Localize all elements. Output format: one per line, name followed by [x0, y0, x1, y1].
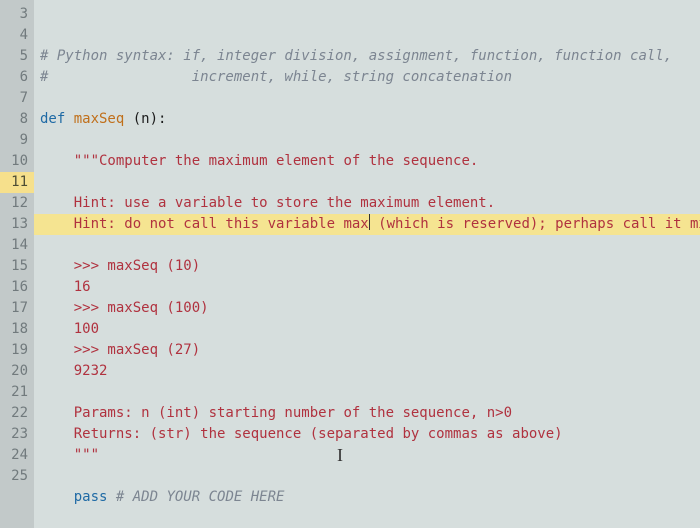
code-editor[interactable]: 345678910111213141516171819202122232425 …	[0, 0, 700, 528]
code-token: >>> maxSeq (27)	[74, 342, 200, 358]
line-number: 8	[0, 109, 28, 130]
code-token: >>> maxSeq (10)	[74, 258, 200, 274]
code-area[interactable]: # Python syntax: if, integer division, a…	[34, 0, 700, 528]
code-line[interactable]: """	[40, 445, 700, 466]
line-number: 13	[0, 214, 28, 235]
code-token	[40, 447, 74, 463]
code-line[interactable]	[40, 130, 700, 151]
line-number: 17	[0, 298, 28, 319]
line-number: 22	[0, 403, 28, 424]
code-token	[107, 489, 115, 505]
code-token: Hint: do not call this variable max	[74, 216, 369, 232]
code-token	[40, 405, 74, 421]
code-line[interactable]: """Computer the maximum element of the s…	[40, 151, 700, 172]
code-line[interactable]: Hint: do not call this variable max (whi…	[34, 214, 700, 235]
code-line[interactable]: # increment, while, string concatenation	[40, 67, 700, 88]
line-number: 20	[0, 361, 28, 382]
code-token: Hint: use a variable to store the maximu…	[74, 195, 495, 211]
code-token	[40, 153, 74, 169]
line-number-gutter: 345678910111213141516171819202122232425	[0, 0, 34, 528]
code-line[interactable]: >>> maxSeq (10)	[40, 256, 700, 277]
line-number: 10	[0, 151, 28, 172]
code-line[interactable]: >>> maxSeq (27)	[40, 340, 700, 361]
line-number: 25	[0, 466, 28, 487]
code-token: pass	[74, 489, 108, 505]
code-line[interactable]: def maxSeq (n):	[40, 109, 700, 130]
code-token	[40, 363, 74, 379]
code-token: Params: n (int) starting number of the s…	[74, 405, 512, 421]
code-token: # ADD YOUR CODE HERE	[116, 489, 285, 505]
line-number: 12	[0, 193, 28, 214]
code-token	[40, 426, 74, 442]
line-number: 4	[0, 25, 28, 46]
code-line[interactable]	[40, 88, 700, 109]
code-token	[40, 321, 74, 337]
code-line[interactable]	[40, 382, 700, 403]
code-token: (n):	[124, 111, 166, 127]
code-token	[40, 216, 74, 232]
code-line[interactable]: 9232	[40, 361, 700, 382]
code-token: >>> maxSeq (100)	[74, 300, 209, 316]
line-number: 16	[0, 277, 28, 298]
code-line[interactable]: pass # ADD YOUR CODE HERE	[40, 487, 700, 508]
code-line[interactable]: 16	[40, 277, 700, 298]
code-token: maxSeq	[74, 111, 125, 127]
code-token	[40, 300, 74, 316]
code-token: # increment, while, string concatenation	[40, 69, 512, 85]
line-number: 6	[0, 67, 28, 88]
code-line[interactable]: # Python syntax: if, integer division, a…	[40, 46, 700, 67]
code-line[interactable]: Returns: (str) the sequence (separated b…	[40, 424, 700, 445]
code-line[interactable]	[40, 172, 700, 193]
code-token	[40, 342, 74, 358]
line-number: 11	[0, 172, 34, 193]
code-token	[40, 489, 74, 505]
code-token: 100	[74, 321, 99, 337]
code-line[interactable]	[40, 508, 700, 528]
code-token	[40, 279, 74, 295]
code-line[interactable]: Hint: use a variable to store the maximu…	[40, 193, 700, 214]
line-number: 21	[0, 382, 28, 403]
code-token: """Computer the maximum element of the s…	[74, 153, 479, 169]
code-token: 9232	[74, 363, 108, 379]
line-number: 15	[0, 256, 28, 277]
line-number: 19	[0, 340, 28, 361]
code-line[interactable]	[40, 466, 700, 487]
code-token: 16	[74, 279, 91, 295]
code-token: Returns: (str) the sequence (separated b…	[74, 426, 563, 442]
line-number: 18	[0, 319, 28, 340]
code-line[interactable]: Params: n (int) starting number of the s…	[40, 403, 700, 424]
code-token: """	[74, 447, 99, 463]
code-token	[40, 258, 74, 274]
code-line[interactable]: 100	[40, 319, 700, 340]
line-number: 14	[0, 235, 28, 256]
code-line[interactable]	[40, 235, 700, 256]
code-line[interactable]: >>> maxSeq (100)	[40, 298, 700, 319]
line-number: 7	[0, 88, 28, 109]
line-number: 23	[0, 424, 28, 445]
code-token: (which is reserved); perhaps call it mx	[370, 216, 700, 232]
line-number: 3	[0, 4, 28, 25]
code-token	[40, 195, 74, 211]
line-number: 9	[0, 130, 28, 151]
code-token: def	[40, 111, 74, 127]
line-number: 24	[0, 445, 28, 466]
code-token: # Python syntax: if, integer division, a…	[40, 48, 672, 64]
line-number: 5	[0, 46, 28, 67]
